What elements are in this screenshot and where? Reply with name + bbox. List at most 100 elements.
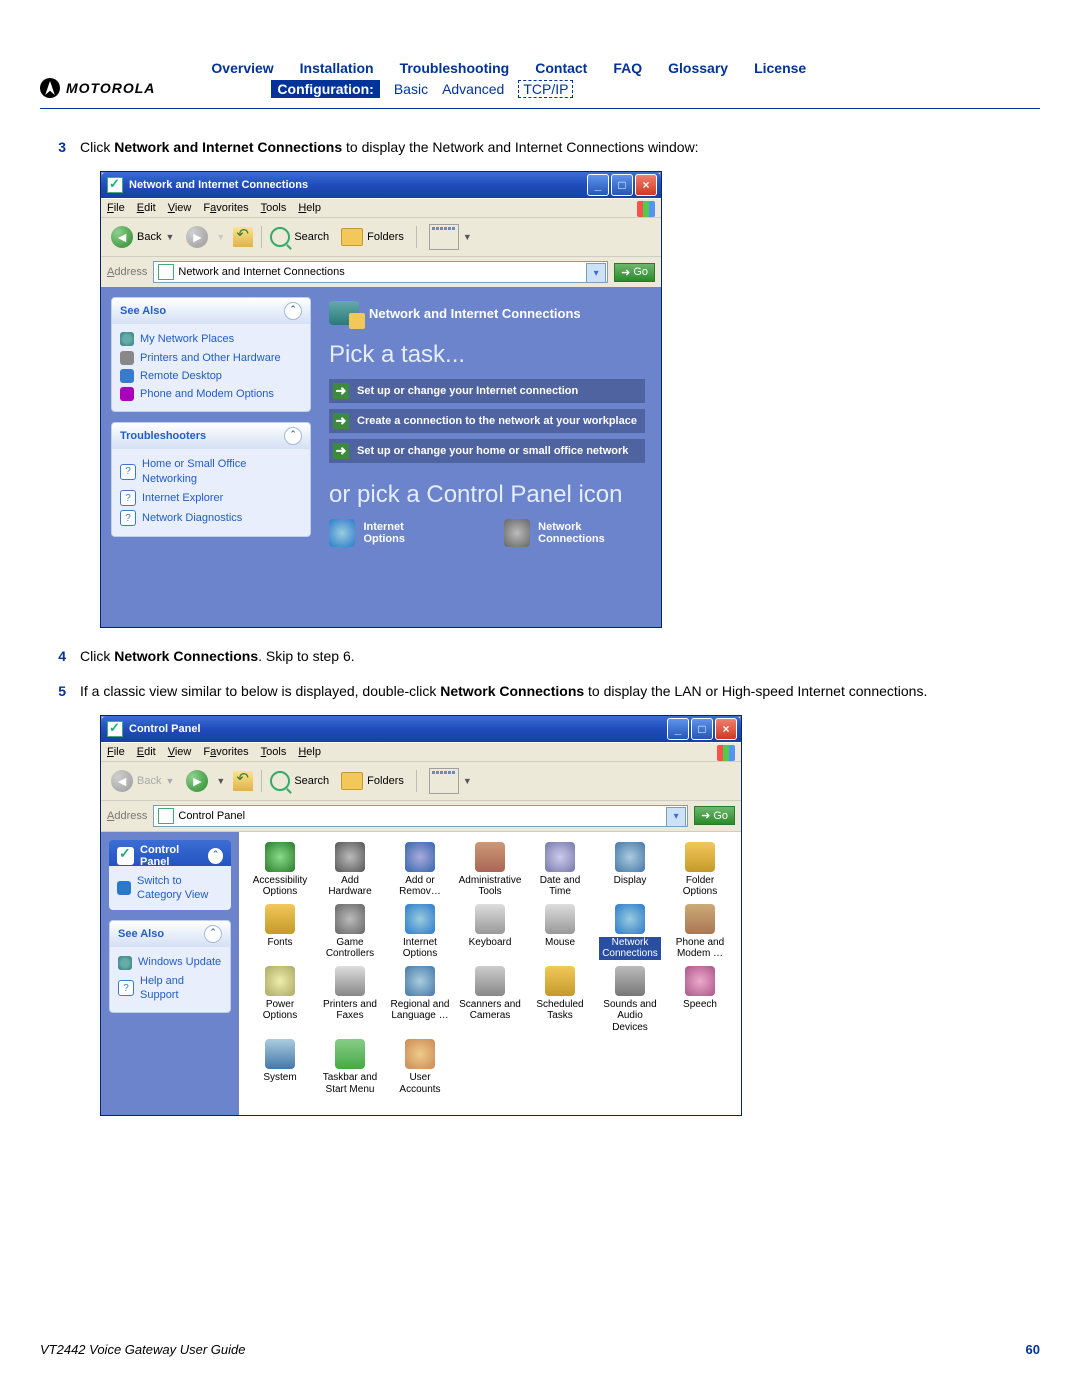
nav-troubleshooting[interactable]: Troubleshooting [400, 60, 510, 76]
sidebar-remote-desktop[interactable]: Remote Desktop [120, 367, 302, 385]
menu-favorites[interactable]: Favorites [203, 202, 248, 214]
menu-edit[interactable]: Edit [137, 202, 156, 214]
nav-contact[interactable]: Contact [535, 60, 587, 76]
grid-item[interactable]: Accessibility Options [249, 842, 311, 898]
search-button[interactable]: Search [270, 227, 329, 247]
grid-item[interactable]: Keyboard [459, 904, 521, 960]
grid-item[interactable]: Add or Remov… [389, 842, 451, 898]
see-also-header[interactable]: See Also ˆ [110, 921, 230, 947]
grid-item[interactable]: Regional and Language … [389, 966, 451, 1034]
sidebar-my-network-places[interactable]: My Network Places [120, 330, 302, 348]
grid-item[interactable]: Taskbar and Start Menu [319, 1039, 381, 1095]
grid-item[interactable]: Scheduled Tasks [529, 966, 591, 1034]
forward-button[interactable]: ► [186, 226, 208, 248]
views-button[interactable]: ▼ [425, 222, 476, 252]
toolbar: ◄ Back ▼ ► ▼ Search Folders ▼ [101, 761, 741, 800]
nav-advanced[interactable]: Advanced [442, 81, 504, 97]
troubleshooters-header[interactable]: Troubleshooters ˆ [112, 423, 310, 449]
menu-help[interactable]: Help [298, 746, 321, 758]
forward-button[interactable]: ► [186, 770, 208, 792]
minimize-button[interactable]: _ [587, 174, 609, 196]
go-button[interactable]: ➜Go [614, 263, 655, 282]
grid-item[interactable]: Network Connections [599, 904, 661, 960]
address-field[interactable]: Control Panel ▾ [153, 805, 688, 827]
nav-installation[interactable]: Installation [300, 60, 374, 76]
title-bar[interactable]: Network and Internet Connections _ □ × [101, 172, 661, 198]
menu-edit[interactable]: Edit [137, 746, 156, 758]
nav-overview[interactable]: Overview [211, 60, 273, 76]
go-button[interactable]: ➜Go [694, 806, 735, 825]
nav-basic[interactable]: Basic [394, 81, 428, 97]
sidebar-internet-explorer[interactable]: Internet Explorer [120, 488, 302, 508]
sidebar-windows-update[interactable]: Windows Update [118, 953, 222, 971]
sidebar-help-support[interactable]: Help and Support [118, 972, 222, 1005]
folders-button[interactable]: Folders [337, 770, 408, 792]
remote-icon [120, 369, 134, 383]
grid-item[interactable]: System [249, 1039, 311, 1095]
app-icon [265, 1039, 295, 1069]
nav-tcpip[interactable]: TCP/IP [518, 80, 573, 98]
menu-help[interactable]: Help [298, 202, 321, 214]
grid-item[interactable]: Fonts [249, 904, 311, 960]
grid-item[interactable]: Sounds and Audio Devices [599, 966, 661, 1034]
menu-view[interactable]: View [168, 202, 192, 214]
close-button[interactable]: × [635, 174, 657, 196]
task-create-workplace[interactable]: ➜Create a connection to the network at y… [329, 409, 645, 433]
collapse-icon[interactable]: ˆ [284, 427, 302, 445]
up-button[interactable] [233, 771, 253, 791]
see-also-header[interactable]: See Also ˆ [112, 298, 310, 324]
close-button[interactable]: × [715, 718, 737, 740]
collapse-icon[interactable]: ˆ [208, 848, 223, 864]
grid-item[interactable]: Phone and Modem … [669, 904, 731, 960]
nav-configuration[interactable]: Configuration: [271, 80, 379, 98]
grid-item[interactable]: Administrative Tools [459, 842, 521, 898]
cp-network-connections[interactable]: Network Connections [504, 519, 645, 547]
grid-item[interactable]: Add Hardware [319, 842, 381, 898]
address-field[interactable]: Network and Internet Connections ▾ [153, 261, 608, 283]
task-setup-home-network[interactable]: ➜Set up or change your home or small off… [329, 439, 645, 463]
collapse-icon[interactable]: ˆ [204, 925, 222, 943]
views-button[interactable]: ▼ [425, 766, 476, 796]
grid-item[interactable]: Scanners and Cameras [459, 966, 521, 1034]
grid-item[interactable]: Internet Options [389, 904, 451, 960]
nav-glossary[interactable]: Glossary [668, 60, 728, 76]
grid-item[interactable]: Folder Options [669, 842, 731, 898]
cp-internet-options[interactable]: Internet Options [329, 519, 444, 547]
title-bar[interactable]: Control Panel _ □ × [101, 716, 741, 742]
sidebar-network-diagnostics[interactable]: Network Diagnostics [120, 508, 302, 528]
grid-item[interactable]: Mouse [529, 904, 591, 960]
grid-item[interactable]: Printers and Faxes [319, 966, 381, 1034]
grid-item[interactable]: Date and Time [529, 842, 591, 898]
menu-file[interactable]: File [107, 202, 125, 214]
nav-faq[interactable]: FAQ [613, 60, 642, 76]
app-icon [545, 904, 575, 934]
grid-item[interactable]: Display [599, 842, 661, 898]
menu-file[interactable]: File [107, 746, 125, 758]
grid-item[interactable]: User Accounts [389, 1039, 451, 1095]
maximize-button[interactable]: □ [691, 718, 713, 740]
sidebar-phone-modem[interactable]: Phone and Modem Options [120, 385, 302, 403]
grid-item-label: Sounds and Audio Devices [599, 999, 661, 1034]
grid-item[interactable]: Game Controllers [319, 904, 381, 960]
back-button[interactable]: ◄ Back ▼ [107, 224, 178, 250]
minimize-button[interactable]: _ [667, 718, 689, 740]
up-button[interactable] [233, 227, 253, 247]
address-dropdown-icon[interactable]: ▾ [666, 807, 686, 827]
collapse-icon[interactable]: ˆ [284, 302, 302, 320]
sidebar-home-networking[interactable]: Home or Small Office Networking [120, 455, 302, 488]
folders-button[interactable]: Folders [337, 226, 408, 248]
menu-tools[interactable]: Tools [261, 746, 287, 758]
menu-favorites[interactable]: Favorites [203, 746, 248, 758]
grid-item[interactable]: Speech [669, 966, 731, 1034]
menu-tools[interactable]: Tools [261, 202, 287, 214]
task-setup-internet[interactable]: ➜Set up or change your Internet connecti… [329, 379, 645, 403]
grid-item[interactable]: Power Options [249, 966, 311, 1034]
search-button[interactable]: Search [270, 771, 329, 791]
window-control-panel: Control Panel _ □ × File Edit View Favor… [100, 715, 742, 1117]
nav-license[interactable]: License [754, 60, 806, 76]
address-dropdown-icon[interactable]: ▾ [586, 263, 606, 283]
sidebar-printers[interactable]: Printers and Other Hardware [120, 349, 302, 367]
maximize-button[interactable]: □ [611, 174, 633, 196]
switch-category-view[interactable]: Switch to Category View [117, 872, 223, 905]
menu-view[interactable]: View [168, 746, 192, 758]
